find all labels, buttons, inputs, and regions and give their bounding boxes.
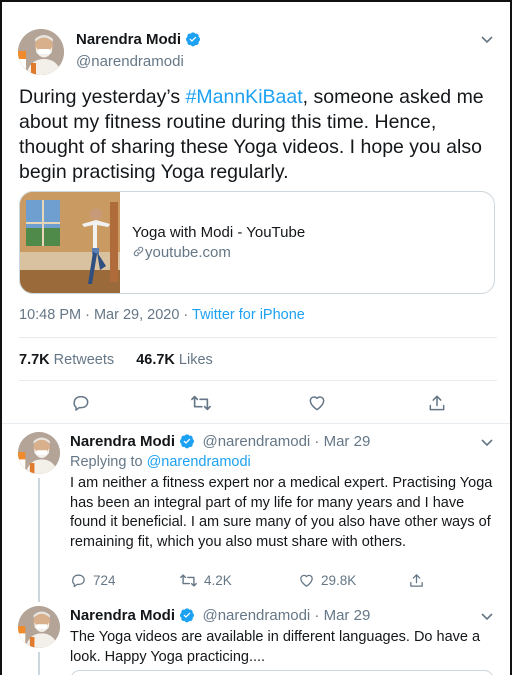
replying-to-label: Replying to — [70, 454, 147, 470]
likes-label: Likes — [174, 352, 213, 368]
hashtag-link[interactable]: #MannKiBaat — [186, 86, 303, 108]
link-icon — [132, 245, 145, 262]
tweet-source[interactable]: Twitter for iPhone — [192, 307, 305, 323]
share-icon[interactable] — [408, 572, 425, 589]
reply-icon[interactable] — [71, 393, 91, 413]
author-name[interactable]: Narendra Modi — [76, 31, 181, 48]
reply-header: Narendra Modi @narendramodi · Mar 29 — [70, 607, 470, 628]
reply-author-name[interactable]: Narendra Modi — [70, 607, 175, 624]
chevron-down-icon[interactable] — [480, 435, 494, 447]
reply-header: Narendra Modi @narendramodi · Mar 29 — [70, 433, 470, 454]
reply-icon — [70, 572, 87, 589]
replying-to-handle[interactable]: @narendramodi — [147, 454, 251, 470]
like-count: 29.8K — [321, 573, 357, 588]
share-icon[interactable] — [427, 393, 447, 413]
tweet-meta: 10:48 PM · Mar 29, 2020 · Twitter for iP… — [19, 307, 305, 323]
divider — [19, 337, 497, 338]
reply-avatar[interactable] — [18, 606, 60, 648]
divider — [2, 423, 510, 424]
reply-author-handle[interactable]: @narendramodi — [202, 607, 310, 624]
card-domain: youtube.com — [145, 244, 231, 261]
chevron-down-icon[interactable] — [480, 32, 494, 44]
reply-action-like[interactable]: 29.8K — [298, 572, 356, 589]
likes-count: 46.7K — [136, 352, 175, 368]
reply-date[interactable]: · Mar 29 — [310, 433, 370, 450]
reply-date[interactable]: · Mar 29 — [310, 607, 370, 624]
chevron-down-icon[interactable] — [480, 609, 494, 621]
reply-text: I am neither a fitness expert nor a medi… — [70, 475, 493, 550]
reply-author-handle[interactable]: @narendramodi — [202, 433, 310, 450]
card-title: Yoga with Modi - YouTube — [132, 224, 306, 241]
reply-text: The Yoga videos are available in differe… — [70, 629, 481, 665]
card-thumbnail — [20, 192, 120, 293]
retweets-stat[interactable]: 7.7K Retweets — [19, 352, 114, 368]
verified-badge-icon — [179, 607, 195, 628]
thread-line — [38, 478, 40, 602]
author-avatar[interactable] — [18, 29, 64, 75]
reply-author-name[interactable]: Narendra Modi — [70, 433, 175, 450]
reply-action-reply[interactable]: 724 — [70, 572, 116, 589]
likes-stat[interactable]: 46.7K Likes — [136, 352, 213, 368]
embedded-card-edge — [70, 670, 494, 675]
retweets-count: 7.7K — [19, 352, 50, 368]
link-card[interactable]: Yoga with Modi - YouTube youtube.com — [19, 191, 495, 294]
retweet-count: 4.2K — [204, 573, 232, 588]
author-line: Narendra Modi — [76, 31, 456, 53]
replying-to: Replying to @narendramodi — [70, 454, 251, 470]
reply-action-retweet[interactable]: 4.2K — [179, 572, 232, 589]
retweet-icon — [179, 572, 198, 589]
card-domain-line: youtube.com — [132, 244, 231, 262]
author-handle[interactable]: @narendramodi — [76, 53, 184, 70]
divider — [19, 380, 497, 381]
reply-count: 724 — [93, 573, 116, 588]
retweets-label: Retweets — [49, 352, 115, 368]
verified-badge-icon — [179, 433, 195, 454]
tweet-text-start: During yesterday’s — [19, 86, 186, 108]
tweet-screenshot: Narendra Modi @narendramodi During yeste… — [0, 0, 512, 675]
thread-line — [38, 652, 40, 675]
reply-avatar[interactable] — [18, 432, 60, 474]
verified-badge-icon — [185, 31, 201, 52]
tweet-stats: 7.7K Retweets 46.7K Likes — [19, 352, 213, 368]
tweet-text: During yesterday’s #MannKiBaat, someone … — [19, 85, 499, 185]
tweet-timestamp[interactable]: 10:48 PM · Mar 29, 2020 · — [19, 307, 192, 323]
retweet-icon[interactable] — [190, 393, 212, 413]
heart-icon[interactable] — [307, 393, 327, 413]
heart-icon — [298, 572, 315, 589]
